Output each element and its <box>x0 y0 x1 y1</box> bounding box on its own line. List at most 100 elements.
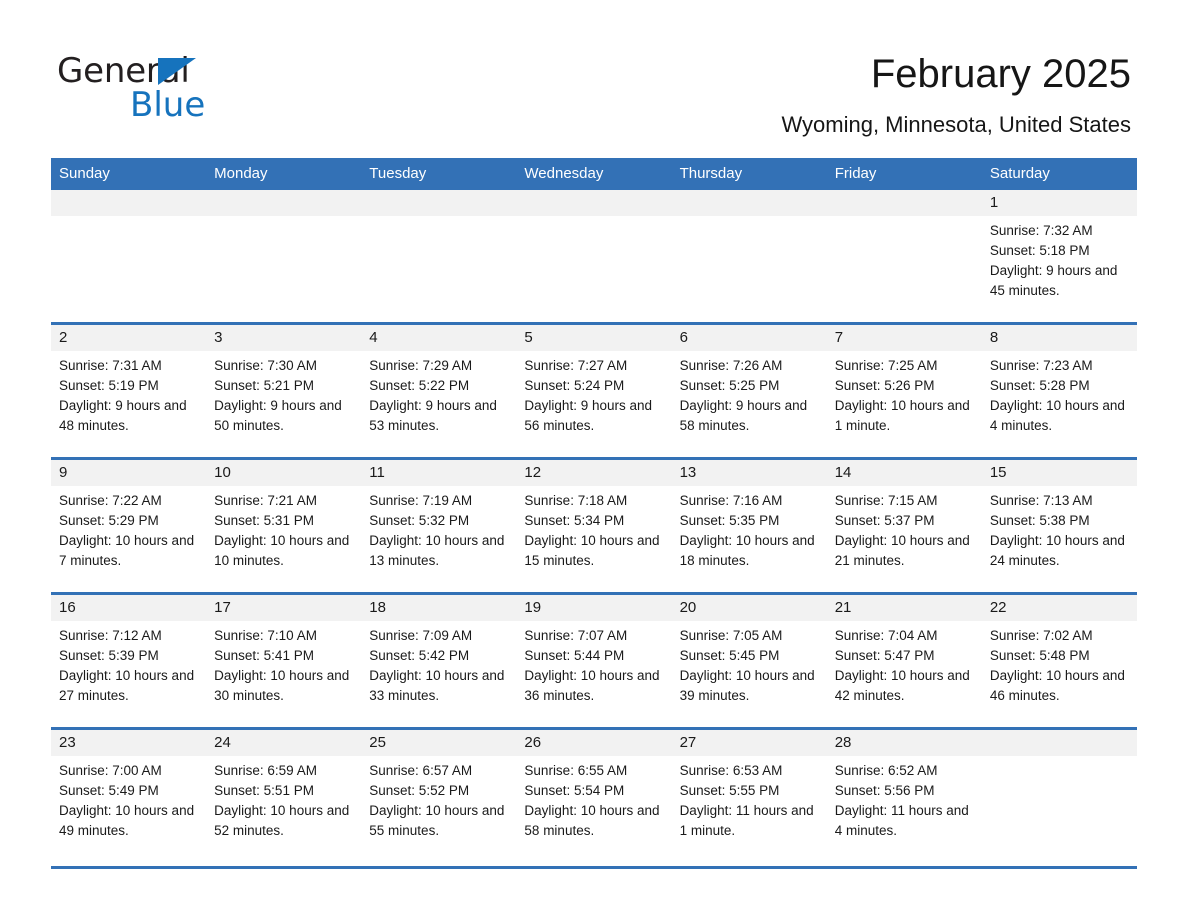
day-number-band: 1 <box>981 190 1137 216</box>
calendar-day-cell[interactable]: 24 Sunrise: 6:59 AM Sunset: 5:51 PM Dayligh… <box>206 727 362 862</box>
sunset-text: Sunset: 5:32 PM <box>369 513 470 528</box>
day-number: 14 <box>834 464 852 481</box>
day-details: Sunrise: 7:00 AM Sunset: 5:49 PM Daylight:… <box>51 756 206 841</box>
calendar-day-cell[interactable]: 23 Sunrise: 7:00 AM Sunset: 5:49 PM Dayligh… <box>51 727 207 862</box>
calendar-week-row: 2 Sunrise: 7:31 AM Sunset: 5:19 PM Daylight… <box>51 322 1137 459</box>
calendar-week-row: 1 Sunrise: 7:32 AM Sunset: 5:18 PM Daylight… <box>51 190 1137 324</box>
day-number-band: 5 <box>516 325 672 351</box>
sunset-text: Sunset: 5:34 PM <box>524 513 625 528</box>
day-details: Sunrise: 7:09 AM Sunset: 5:42 PM Daylight:… <box>361 621 516 706</box>
sunrise-text: Sunrise: 7:26 AM <box>679 358 783 373</box>
day-details: Sunrise: 7:26 AM Sunset: 5:25 PM Daylight:… <box>672 351 827 436</box>
location-subtitle: Wyoming, Minnesota, United States <box>781 112 1131 137</box>
calendar-day-cell[interactable]: 6 Sunrise: 7:26 AM Sunset: 5:25 PM Daylight… <box>671 322 827 459</box>
day-details: Sunrise: 7:16 AM Sunset: 5:35 PM Daylight:… <box>672 486 827 571</box>
calendar-day-cell[interactable]: 21 Sunrise: 7:04 AM Sunset: 5:47 PM Dayligh… <box>826 592 982 729</box>
day-details: Sunrise: 7:21 AM Sunset: 5:31 PM Daylight:… <box>206 486 361 571</box>
calendar-day-cell[interactable]: 12 Sunrise: 7:18 AM Sunset: 5:34 PM Dayligh… <box>516 457 672 594</box>
day-cell-inner: 3 Sunrise: 7:30 AM Sunset: 5:21 PM Daylight… <box>206 325 362 457</box>
day-cell-inner <box>826 190 982 322</box>
page-header: General Blue February 2025 Wyoming, Minn… <box>0 0 1188 137</box>
calendar-day-cell[interactable]: 16 Sunrise: 7:12 AM Sunset: 5:39 PM Dayligh… <box>51 592 207 729</box>
calendar-day-cell[interactable]: 7 Sunrise: 7:25 AM Sunset: 5:26 PM Daylight… <box>826 322 982 459</box>
page-title: February 2025 <box>870 52 1131 96</box>
calendar-day-cell[interactable]: 9 Sunrise: 7:22 AM Sunset: 5:29 PM Daylight… <box>51 457 207 594</box>
day-number-band <box>51 190 207 216</box>
calendar-day-cell[interactable]: 20 Sunrise: 7:05 AM Sunset: 5:45 PM Dayligh… <box>671 592 827 729</box>
daylight-text: Daylight: 10 hours and 52 minutes. <box>214 803 350 838</box>
daylight-text: Daylight: 10 hours and 46 minutes. <box>989 668 1125 703</box>
calendar-day-cell[interactable]: 3 Sunrise: 7:30 AM Sunset: 5:21 PM Daylight… <box>206 322 362 459</box>
day-number: 24 <box>214 734 231 751</box>
sunrise-text: Sunrise: 7:12 AM <box>59 628 162 643</box>
calendar-bottom-rule <box>51 866 1137 869</box>
day-details: Sunrise: 7:12 AM Sunset: 5:39 PM Daylight:… <box>51 621 206 706</box>
sunset-text: Sunset: 5:55 PM <box>679 783 780 798</box>
calendar-day-cell[interactable]: 14 Sunrise: 7:15 AM Sunset: 5:37 PM Dayligh… <box>826 457 982 594</box>
daylight-text: Daylight: 10 hours and 10 minutes. <box>214 533 350 568</box>
calendar-day-cell[interactable]: 28 Sunrise: 6:52 AM Sunset: 5:56 PM Dayligh… <box>826 727 982 862</box>
day-number-band: 24 <box>206 730 362 756</box>
day-number-band <box>981 730 1137 756</box>
calendar-day-cell[interactable]: 5 Sunrise: 7:27 AM Sunset: 5:24 PM Daylight… <box>516 322 672 459</box>
day-number: 11 <box>369 464 385 481</box>
day-details: Sunrise: 7:15 AM Sunset: 5:37 PM Daylight:… <box>827 486 982 571</box>
calendar-day-cell[interactable]: 15 Sunrise: 7:13 AM Sunset: 5:38 PM Dayligh… <box>981 457 1137 594</box>
sunset-text: Sunset: 5:19 PM <box>59 378 159 393</box>
calendar-day-cell[interactable]: 22 Sunrise: 7:02 AM Sunset: 5:48 PM Dayligh… <box>981 592 1137 729</box>
sunset-text: Sunset: 5:45 PM <box>679 648 780 663</box>
calendar-day-cell[interactable]: 27 Sunrise: 6:53 AM Sunset: 5:55 PM Dayligh… <box>671 727 827 862</box>
day-number: 26 <box>524 734 542 751</box>
day-number: 27 <box>679 734 697 751</box>
day-number-band: 18 <box>361 595 517 621</box>
day-cell-inner <box>516 190 672 322</box>
calendar-day-cell[interactable]: 17 Sunrise: 7:10 AM Sunset: 5:41 PM Dayligh… <box>206 592 362 729</box>
generalblue-logo[interactable]: General Blue <box>57 52 377 126</box>
day-number-band: 4 <box>361 325 517 351</box>
calendar-day-cell[interactable]: 10 Sunrise: 7:21 AM Sunset: 5:31 PM Dayligh… <box>206 457 362 594</box>
sunrise-text: Sunrise: 6:52 AM <box>834 763 938 778</box>
day-number: 21 <box>834 599 852 616</box>
sunset-text: Sunset: 5:24 PM <box>524 378 625 393</box>
calendar-day-cell-empty <box>826 190 982 324</box>
calendar-day-cell[interactable]: 11 Sunrise: 7:19 AM Sunset: 5:32 PM Dayligh… <box>361 457 517 594</box>
day-number-band: 16 <box>51 595 207 621</box>
sunrise-text: Sunrise: 7:16 AM <box>679 493 783 508</box>
calendar-day-cell[interactable]: 1 Sunrise: 7:32 AM Sunset: 5:18 PM Daylight… <box>981 190 1137 324</box>
daylight-text: Daylight: 10 hours and 4 minutes. <box>989 398 1125 433</box>
daylight-text: Daylight: 10 hours and 36 minutes. <box>524 668 660 703</box>
sunrise-text: Sunrise: 7:27 AM <box>524 358 628 373</box>
calendar-day-cell[interactable]: 2 Sunrise: 7:31 AM Sunset: 5:19 PM Daylight… <box>51 322 207 459</box>
day-details: Sunrise: 7:13 AM Sunset: 5:38 PM Daylight:… <box>982 486 1137 571</box>
daylight-text: Daylight: 10 hours and 55 minutes. <box>369 803 505 838</box>
calendar-day-cell[interactable]: 4 Sunrise: 7:29 AM Sunset: 5:22 PM Daylight… <box>361 322 517 459</box>
sunset-text: Sunset: 5:54 PM <box>524 783 625 798</box>
day-cell-inner <box>361 190 517 322</box>
day-number: 8 <box>989 329 999 346</box>
calendar-day-cell[interactable]: 19 Sunrise: 7:07 AM Sunset: 5:44 PM Dayligh… <box>516 592 672 729</box>
day-cell-inner <box>51 190 207 322</box>
day-cell-inner <box>206 190 362 322</box>
calendar-day-cell[interactable]: 26 Sunrise: 6:55 AM Sunset: 5:54 PM Dayligh… <box>516 727 672 862</box>
calendar-day-cell[interactable]: 25 Sunrise: 6:57 AM Sunset: 5:52 PM Dayligh… <box>361 727 517 862</box>
day-cell-inner: 20 Sunrise: 7:05 AM Sunset: 5:45 PM Dayligh… <box>671 595 827 727</box>
calendar-day-cell[interactable]: 8 Sunrise: 7:23 AM Sunset: 5:28 PM Daylight… <box>981 322 1137 459</box>
day-details: Sunrise: 6:53 AM Sunset: 5:55 PM Daylight:… <box>672 756 827 841</box>
day-number: 12 <box>524 464 542 481</box>
day-number: 23 <box>59 734 76 751</box>
day-details: Sunrise: 7:04 AM Sunset: 5:47 PM Daylight:… <box>827 621 982 706</box>
day-details: Sunrise: 7:25 AM Sunset: 5:26 PM Daylight:… <box>827 351 982 436</box>
day-number-band: 23 <box>51 730 207 756</box>
day-number: 2 <box>59 329 68 346</box>
sunrise-text: Sunrise: 7:10 AM <box>214 628 317 643</box>
sunset-text: Sunset: 5:52 PM <box>369 783 470 798</box>
daylight-text: Daylight: 9 hours and 56 minutes. <box>524 398 652 433</box>
day-number-band <box>206 190 362 216</box>
day-cell-inner: 16 Sunrise: 7:12 AM Sunset: 5:39 PM Dayligh… <box>51 595 207 727</box>
calendar-week-row: 9 Sunrise: 7:22 AM Sunset: 5:29 PM Daylight… <box>51 457 1137 594</box>
calendar-page: General Blue February 2025 Wyoming, Minn… <box>0 0 1188 918</box>
calendar-day-cell-empty <box>51 190 207 324</box>
calendar-day-cell[interactable]: 13 Sunrise: 7:16 AM Sunset: 5:35 PM Dayligh… <box>671 457 827 594</box>
day-cell-inner: 13 Sunrise: 7:16 AM Sunset: 5:35 PM Dayligh… <box>671 460 827 592</box>
calendar-day-cell[interactable]: 18 Sunrise: 7:09 AM Sunset: 5:42 PM Dayligh… <box>361 592 517 729</box>
